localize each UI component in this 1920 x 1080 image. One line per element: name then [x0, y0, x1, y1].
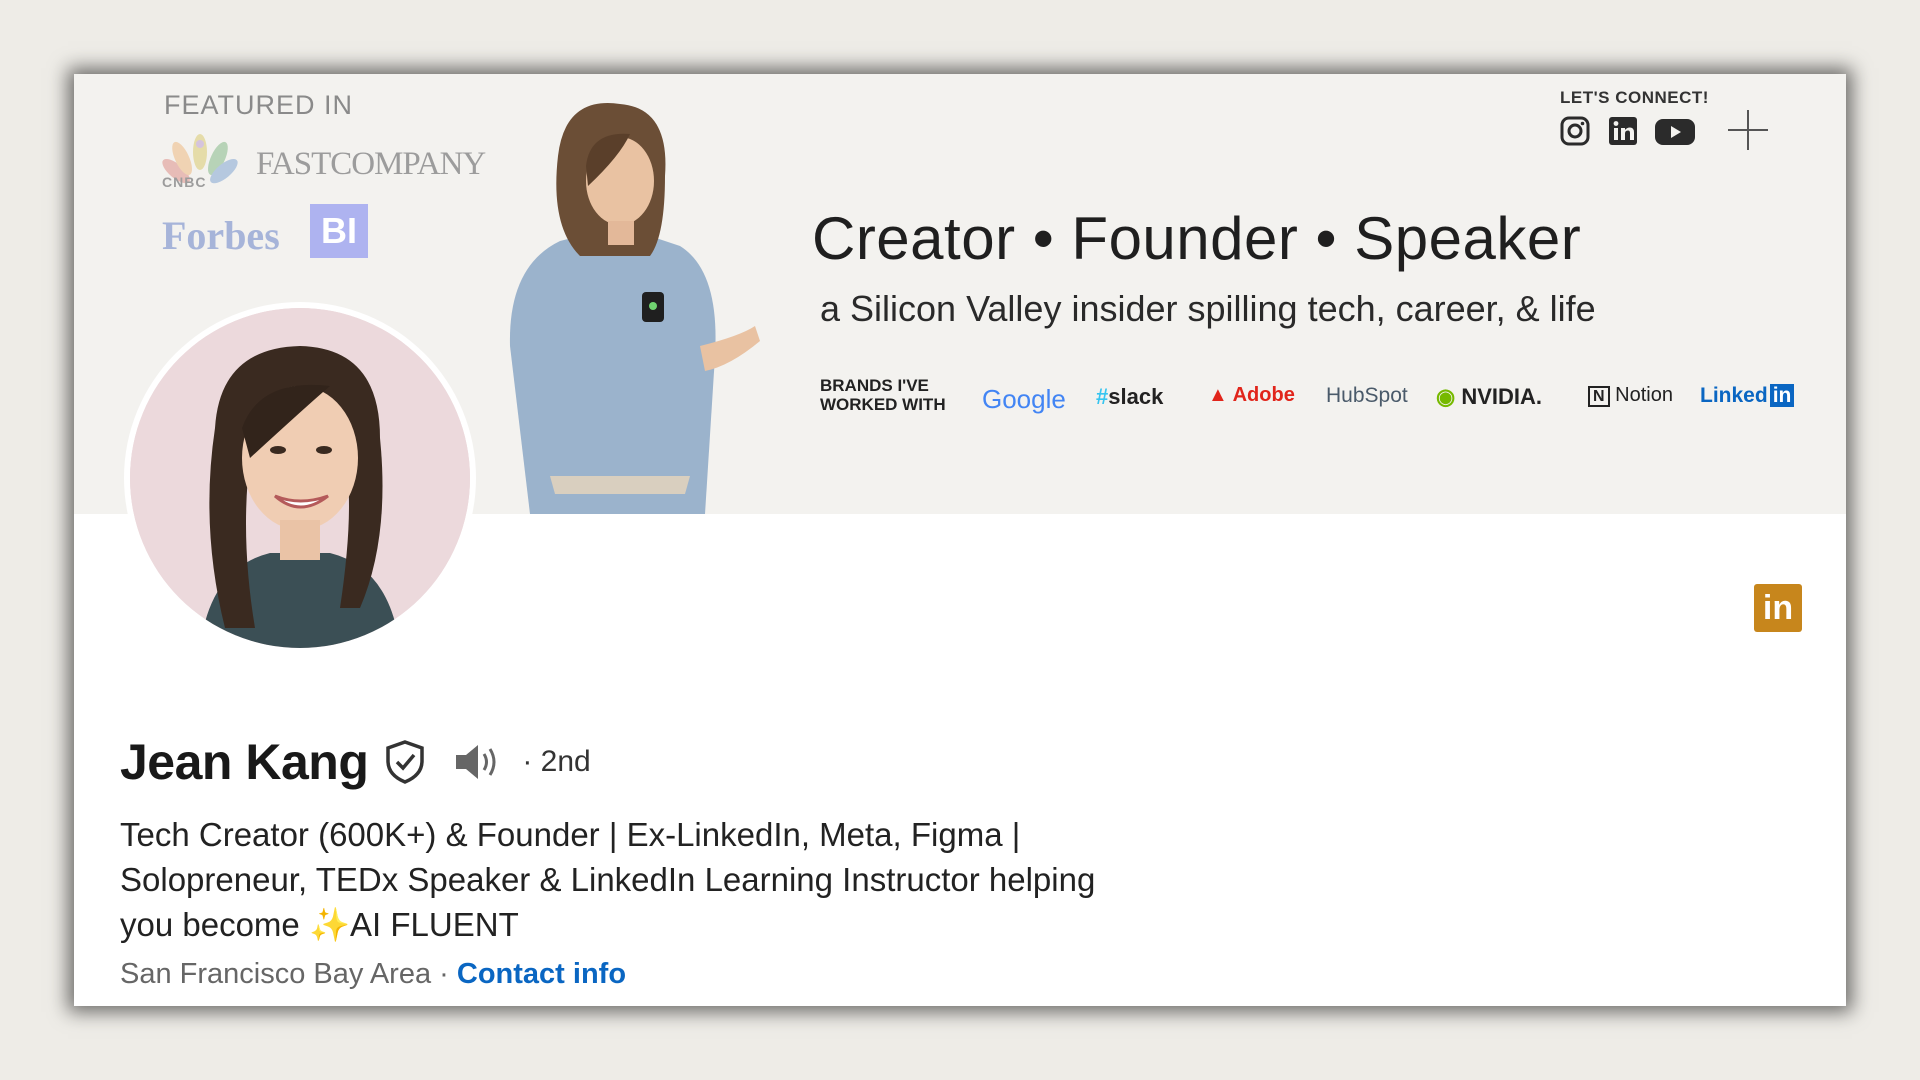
fast-company-logo: FASTCOMPANY: [256, 146, 486, 182]
name-pronunciation-speaker-icon[interactable]: [452, 742, 502, 782]
linkedin-company-badge[interactable]: in: [1754, 584, 1802, 632]
location-row: San Francisco Bay Area · Contact info: [120, 958, 626, 991]
avatar-portrait: [130, 308, 470, 648]
featured-in-label: FEATURED IN: [164, 90, 354, 120]
lets-connect-label: LET'S CONNECT!: [1560, 88, 1709, 107]
nvidia-logo: ◉ NVIDIA.: [1436, 384, 1542, 410]
nvidia-eye-icon: ◉: [1436, 384, 1462, 409]
slack-logo: #slack: [1096, 384, 1163, 410]
forbes-logo: Forbes: [162, 213, 280, 258]
connection-degree: · 2nd: [522, 745, 591, 778]
banner-subtagline: a Silicon Valley insider spilling tech, …: [820, 288, 1596, 329]
profile-avatar[interactable]: [124, 302, 476, 654]
headline-line-3: you become ✨AI FLUENT: [120, 902, 1320, 947]
headline-line-3-prefix: you become: [120, 906, 309, 943]
adobe-a-icon: ▲: [1208, 384, 1233, 406]
adobe-logo: ▲ Adobe: [1208, 384, 1295, 407]
avatar-photo: [130, 308, 470, 648]
brands-label: BRANDS I'VE WORKED WITH: [820, 376, 960, 414]
profile-name: Jean Kang: [120, 734, 369, 790]
google-logo: Google: [982, 384, 1066, 414]
youtube-icon[interactable]: [1654, 114, 1696, 148]
hubspot-logo: HubSpot: [1326, 384, 1408, 407]
contact-info-link[interactable]: Contact info: [457, 958, 626, 990]
headline-line-3-suffix: AI FLUENT: [350, 906, 519, 943]
banner-tagline: Creator • Founder • Speaker: [812, 205, 1582, 272]
headline-line-1: Tech Creator (600K+) & Founder | Ex-Link…: [120, 816, 1021, 853]
brands-label-line1: BRANDS I'VE: [820, 376, 929, 395]
sparkles-icon: ✨: [308, 906, 351, 943]
business-insider-logo: BI: [310, 204, 368, 258]
speaker-photo: [509, 103, 760, 514]
linkedin-icon[interactable]: [1606, 114, 1640, 148]
profile-location: San Francisco Bay Area: [120, 958, 432, 990]
notion-logo: N Notion: [1588, 384, 1673, 407]
slack-wordmark: slack: [1108, 384, 1164, 409]
linkedin-logo: Linked in: [1700, 384, 1795, 408]
linkedin-wordmark: Linked: [1700, 384, 1768, 407]
profile-card: FEATURED IN CNBC FASTCOMPANY Forbes BI L…: [74, 74, 1846, 1006]
name-row: Jean Kang · 2nd: [120, 734, 591, 790]
adobe-wordmark: Adobe: [1232, 384, 1295, 406]
cnbc-wordmark: CNBC: [162, 174, 207, 190]
nvidia-wordmark: NVIDIA.: [1461, 384, 1542, 409]
linkedin-in-box: in: [1769, 384, 1795, 407]
headline-line-2: Solopreneur, TEDx Speaker & LinkedIn Lea…: [120, 861, 1096, 898]
plus-icon: [1728, 110, 1768, 150]
notion-n-icon: N: [1588, 386, 1610, 407]
slack-hash-icon: #: [1096, 384, 1109, 409]
notion-wordmark: Notion: [1615, 384, 1673, 406]
brands-label-line2: WORKED WITH: [820, 395, 946, 414]
verified-shield-icon[interactable]: [384, 739, 426, 785]
instagram-icon[interactable]: [1558, 114, 1592, 148]
location-separator: ·: [431, 958, 457, 990]
profile-headline: Tech Creator (600K+) & Founder | Ex-Link…: [120, 812, 1320, 947]
